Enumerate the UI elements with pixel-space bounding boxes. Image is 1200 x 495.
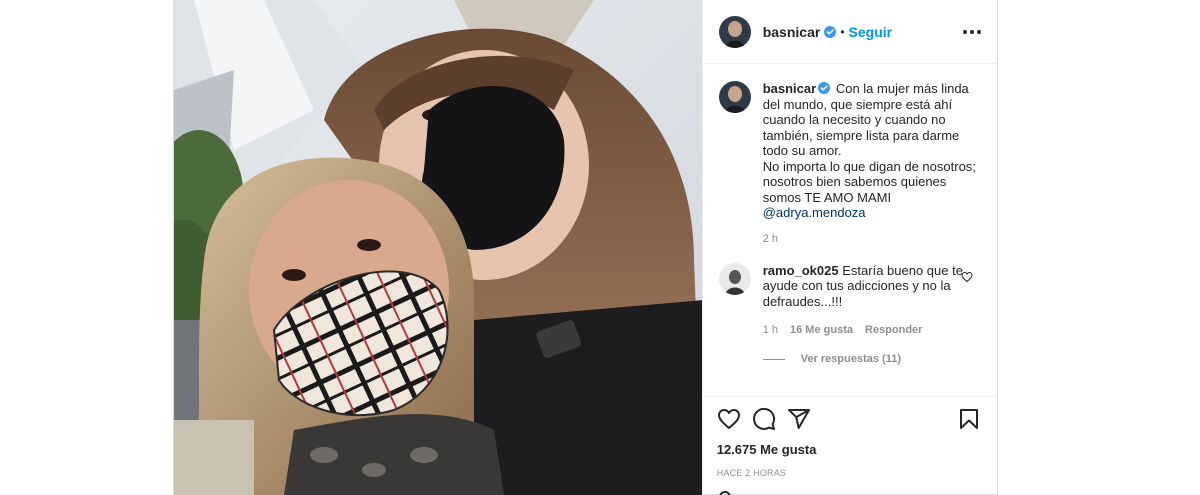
comment-timestamp: 1 h [762, 324, 779, 336]
comments-list[interactable]: basnicar Con la mujer más linda del mund… [703, 65, 997, 395]
caption-row: basnicar Con la mujer más linda del mund… [718, 81, 981, 221]
comment-icon[interactable] [752, 407, 776, 431]
heart-icon[interactable] [717, 407, 741, 431]
verified-badge-icon [824, 25, 837, 38]
separator-dot: • [840, 24, 845, 39]
action-bar: 12.675 Me gusta HACE 2 HORAS [702, 396, 997, 478]
verified-badge-icon [818, 82, 831, 94]
comment-like-heart-icon[interactable] [961, 271, 973, 283]
instagram-post: basnicar • Seguir basnicar Con la mujer … [173, 0, 998, 495]
follow-button[interactable]: Seguir [849, 24, 893, 40]
bookmark-icon[interactable] [957, 407, 981, 431]
view-replies-button[interactable]: Ver respuestas (11) [762, 353, 981, 365]
likes-count[interactable]: 12.675 Me gusta [717, 442, 983, 457]
share-icon[interactable] [787, 407, 811, 431]
selfie-photo [174, 0, 702, 495]
more-options-icon[interactable] [963, 24, 981, 40]
caption-username[interactable]: basnicar [763, 81, 816, 96]
comment-likes-count[interactable]: 16 Me gusta [790, 324, 853, 336]
post-timestamp: HACE 2 HORAS [716, 468, 787, 478]
action-icons [717, 405, 983, 433]
commenter-username[interactable]: ramo_ok025 [763, 263, 839, 278]
post-header: basnicar • Seguir [702, 0, 997, 64]
caption-avatar[interactable] [718, 81, 751, 113]
replies-divider-line [762, 358, 785, 360]
emoji-icon[interactable] [718, 491, 731, 495]
caption-mention-link[interactable]: @adrya.mendoza [763, 205, 866, 220]
comment-meta: 1 h 16 Me gusta Responder [763, 324, 981, 336]
author-avatar[interactable] [718, 15, 751, 48]
post-photo[interactable] [174, 0, 702, 495]
commenter-avatar[interactable] [718, 262, 751, 295]
comment-row: ramo_ok025 Estaría bueno que te ayude co… [718, 262, 981, 310]
view-replies-label: Ver respuestas (11) [800, 353, 902, 365]
author-username[interactable]: basnicar [763, 24, 821, 40]
reply-button[interactable]: Responder [865, 324, 922, 336]
caption-timestamp: 2 h [762, 232, 779, 245]
post-sidebar: basnicar • Seguir basnicar Con la mujer … [701, 0, 997, 495]
comment-text: ramo_ok025 Estaría bueno que te ayude co… [763, 263, 978, 310]
caption-body-2: No importa lo que digan de nosotros; nos… [762, 158, 976, 205]
caption-text: basnicar Con la mujer más linda del mund… [763, 81, 978, 221]
